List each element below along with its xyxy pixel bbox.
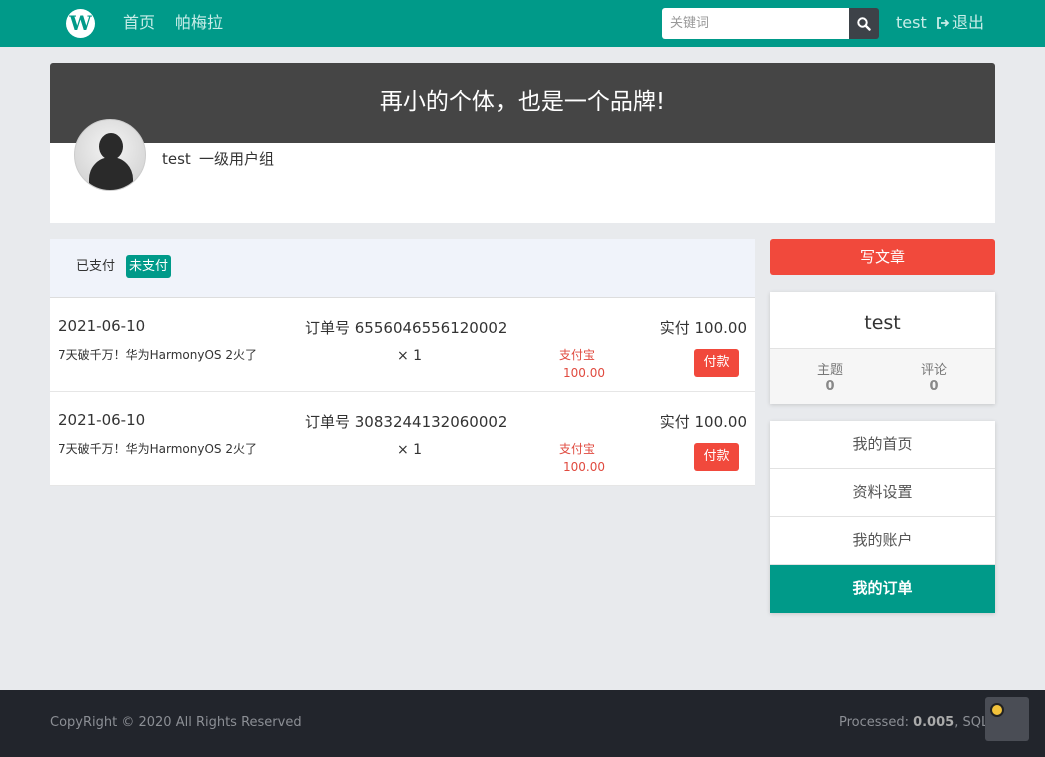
order-date: 2021-06-10 [58, 411, 146, 429]
stats-username: test [864, 312, 901, 334]
logout-label: 退出 [952, 13, 985, 32]
user-stats-card: test 主题 0 评论 0 [770, 292, 995, 404]
processed-value: 0.005 [913, 715, 955, 730]
search-button[interactable] [849, 8, 879, 39]
order-total: 实付 100.00 [659, 319, 747, 337]
menu-item-orders[interactable]: 我的订单 [770, 565, 995, 613]
avatar[interactable] [74, 119, 146, 191]
tab-paid[interactable]: 已支付 [73, 255, 118, 278]
search-icon [857, 17, 871, 31]
order-item-title[interactable]: 7天破千万！华为HarmonyOS 2火了 [58, 440, 257, 457]
stat-value-topics: 0 [825, 379, 835, 394]
tab-unpaid[interactable]: 未支付 [126, 255, 172, 278]
logout-link[interactable]: 退出 [936, 13, 984, 33]
profile-username: test [162, 150, 191, 168]
payment-amount: 100.00 [563, 366, 605, 380]
widget-indicator-icon [990, 703, 1004, 717]
stat-label-topics: 主题 [816, 363, 843, 378]
pay-button[interactable]: 付款 [694, 443, 739, 471]
processed-info: Processed: 0.005, SQL: [839, 715, 993, 730]
banner-title: 再小的个体，也是一个品牌! [379, 89, 666, 115]
copyright-text: CopyRight © 2020 All Rights Reserved [50, 715, 302, 730]
logo-letter: W [69, 11, 92, 35]
site-logo[interactable]: W [66, 9, 95, 38]
pay-button[interactable]: 付款 [694, 349, 739, 377]
write-article-button[interactable]: 写文章 [770, 239, 995, 275]
payment-amount: 100.00 [563, 460, 605, 474]
menu-item-profile-settings[interactable]: 资料设置 [770, 469, 995, 517]
profile-banner: 再小的个体，也是一个品牌! [50, 63, 995, 143]
stat-label-comments: 评论 [920, 363, 947, 378]
menu-item-home[interactable]: 我的首页 [770, 421, 995, 469]
order-item-title[interactable]: 7天破千万！华为HarmonyOS 2火了 [58, 346, 257, 363]
order-quantity: × 1 [397, 442, 423, 458]
footer: CopyRight © 2020 All Rights Reserved Pro… [0, 690, 1045, 757]
avatar-head [99, 133, 123, 160]
processed-label: Processed: [839, 715, 914, 730]
order-total: 实付 100.00 [659, 413, 747, 431]
avatar-body [89, 157, 133, 190]
order-number: 订单号 6556046556120002 [305, 319, 508, 337]
payment-method: 支付宝 [559, 442, 596, 456]
payment-method: 支付宝 [559, 348, 596, 362]
top-navbar: W 首页 帕梅拉 test 退出 [0, 0, 1045, 47]
logout-icon [937, 17, 950, 29]
stats-row: 主题 0 评论 0 [770, 348, 995, 404]
order-row: 2021-06-10 订单号 3083244132060002 实付 100.0… [50, 392, 755, 486]
order-date: 2021-06-10 [58, 317, 146, 335]
order-number: 订单号 3083244132060002 [305, 413, 508, 431]
floating-widget[interactable] [985, 697, 1029, 741]
order-tabs: 已支付 未支付 [50, 239, 755, 298]
nav-link-pamela[interactable]: 帕梅拉 [175, 13, 223, 33]
nav-link-home[interactable]: 首页 [123, 13, 155, 33]
search-input[interactable] [662, 8, 850, 39]
user-menu: 我的首页 资料设置 我的账户 我的订单 [770, 421, 995, 613]
order-row: 2021-06-10 订单号 6556046556120002 实付 100.0… [50, 298, 755, 392]
menu-item-account[interactable]: 我的账户 [770, 517, 995, 565]
profile-user-group: 一级用户组 [199, 150, 275, 168]
stat-value-comments: 0 [929, 379, 939, 394]
orders-panel: 已支付 未支付 2021-06-10 订单号 6556046556120002 … [50, 239, 755, 486]
order-quantity: × 1 [397, 348, 423, 364]
user-link[interactable]: test [896, 13, 927, 33]
profile-info-box [50, 143, 995, 223]
